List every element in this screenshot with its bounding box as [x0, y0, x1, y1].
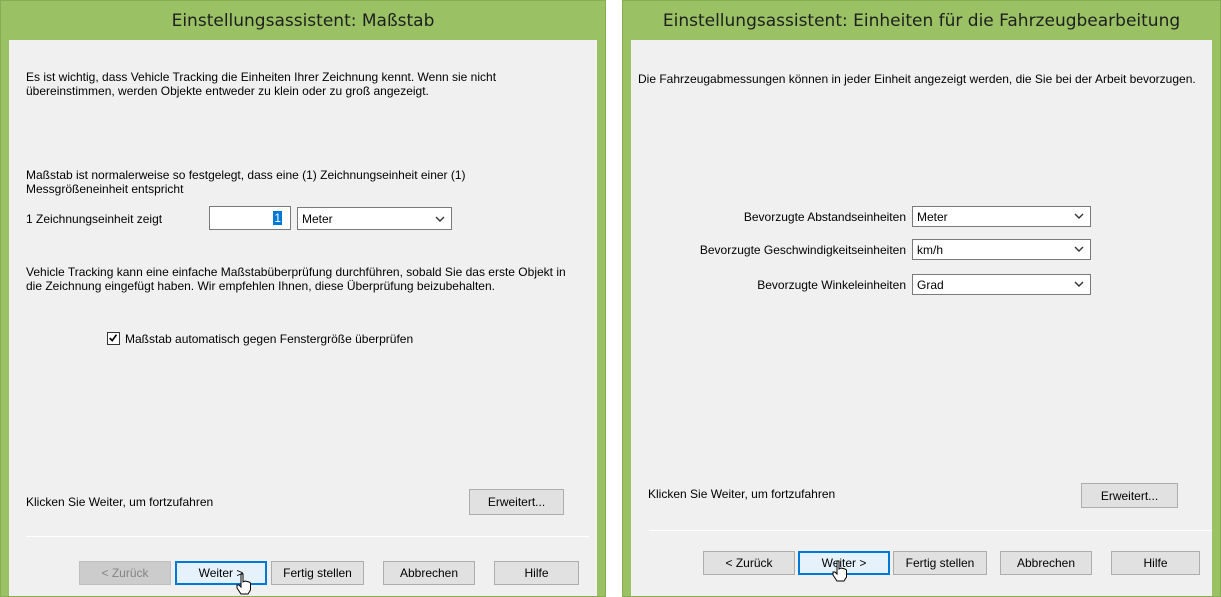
cancel-button[interactable]: Abbrechen [383, 561, 475, 585]
mouse-pointer-icon [236, 573, 251, 595]
chevron-down-icon [1074, 213, 1084, 219]
speed-units-value: km/h [917, 243, 944, 257]
unit-select-value: Meter [302, 212, 333, 226]
back-button[interactable]: < Zurück [703, 551, 795, 575]
dialog-title: Einstellungsassistent: Maßstab [171, 10, 435, 31]
chevron-down-icon [1074, 281, 1084, 287]
chevron-down-icon [435, 216, 445, 222]
dialog-client-area: Die Fahrzeugabmessungen können in jeder … [631, 40, 1212, 596]
drawing-unit-input[interactable]: 1 [209, 206, 291, 230]
continue-text: Klicken Sie Weiter, um fortzufahren [26, 495, 214, 509]
cancel-button[interactable]: Abbrechen [1000, 551, 1092, 575]
angle-units-select[interactable]: Grad [912, 274, 1091, 295]
finish-button[interactable]: Fertig stellen [271, 561, 364, 585]
separator [649, 530, 1212, 531]
drawing-unit-value: 1 [273, 211, 282, 225]
help-button[interactable]: Hilfe [1111, 551, 1200, 575]
distance-units-value: Meter [917, 210, 948, 224]
back-button[interactable]: < Zurück [79, 561, 171, 585]
auto-scale-checkbox[interactable] [107, 332, 120, 345]
vehicle-units-wizard-dialog: Einstellungsassistent: Einheiten für die… [622, 0, 1221, 597]
chevron-down-icon [1074, 246, 1084, 252]
speed-units-label: Bevorzugte Geschwindigkeitseinheiten [699, 243, 906, 257]
intro-text: Es ist wichtig, dass Vehicle Tracking di… [26, 70, 497, 98]
intro-text: Die Fahrzeugabmessungen können in jeder … [638, 72, 1196, 86]
unit-label: 1 Zeichnungseinheit zeigt [26, 212, 163, 226]
help-button[interactable]: Hilfe [494, 561, 579, 585]
advanced-button[interactable]: Erweitert... [1081, 483, 1178, 508]
separator [26, 536, 589, 537]
check-info-text: Vehicle Tracking kann eine einfache Maßs… [26, 265, 566, 293]
auto-scale-checkbox-label: Maßstab automatisch gegen Fenstergröße ü… [125, 332, 414, 346]
angle-units-label: Bevorzugte Winkeleinheiten [757, 278, 906, 292]
angle-units-value: Grad [917, 278, 944, 292]
distance-units-label: Bevorzugte Abstandseinheiten [743, 210, 906, 224]
next-button[interactable]: Weiter > [175, 561, 267, 585]
dialog-client-area: Es ist wichtig, dass Vehicle Tracking di… [9, 40, 597, 596]
distance-units-select[interactable]: Meter [912, 206, 1091, 227]
continue-text: Klicken Sie Weiter, um fortzufahren [648, 487, 836, 501]
unit-select[interactable]: Meter [297, 207, 452, 230]
advanced-button[interactable]: Erweitert... [469, 489, 564, 515]
mouse-pointer-icon [832, 560, 847, 582]
scale-info-text: Maßstab ist normalerweise so festgelegt,… [26, 168, 466, 196]
finish-button[interactable]: Fertig stellen [893, 551, 987, 575]
scale-wizard-dialog: Einstellungsassistent: Maßstab Es ist wi… [0, 0, 606, 597]
checkmark-icon [109, 334, 118, 342]
speed-units-select[interactable]: km/h [912, 239, 1091, 260]
dialog-title: Einstellungsassistent: Einheiten für die… [662, 10, 1181, 31]
